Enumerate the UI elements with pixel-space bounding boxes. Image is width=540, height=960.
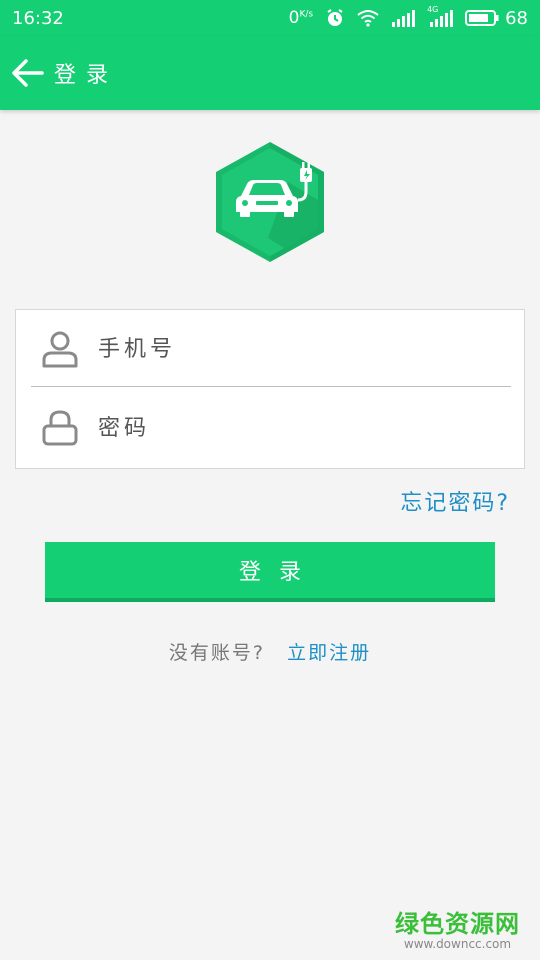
watermark-name: 绿色资源网 xyxy=(395,910,520,938)
no-account-text: 没有账号? xyxy=(168,642,266,664)
alarm-icon xyxy=(325,8,345,28)
login-button[interactable]: 登录 xyxy=(45,542,495,602)
user-icon xyxy=(40,329,80,369)
back-button[interactable] xyxy=(4,36,52,110)
phone-input[interactable] xyxy=(98,329,498,369)
page-title: 登录 xyxy=(54,63,119,88)
wifi-icon xyxy=(357,9,379,27)
app-toolbar: 登录 xyxy=(0,36,540,110)
forgot-password-link[interactable]: 忘记密码? xyxy=(400,485,510,517)
app-logo xyxy=(214,140,326,264)
password-input[interactable] xyxy=(98,408,498,448)
phone-field xyxy=(16,310,524,388)
signal-icon xyxy=(391,9,416,27)
password-field xyxy=(16,389,524,467)
login-form xyxy=(15,309,525,469)
status-time: 16:32 xyxy=(12,7,64,29)
watermark: 绿色资源网 www.downcc.com xyxy=(395,904,520,951)
signal-4g-icon: 4G xyxy=(427,5,454,27)
field-divider xyxy=(31,386,511,387)
back-arrow-icon xyxy=(12,59,44,87)
status-bar: 16:32 0K/s 4G 68 xyxy=(0,0,540,36)
network-speed: 0K/s xyxy=(288,8,314,28)
watermark-url: www.downcc.com xyxy=(403,937,512,951)
ev-charging-car-icon xyxy=(216,142,324,262)
battery-icon xyxy=(465,10,499,26)
network-type-label: 4G xyxy=(427,5,439,14)
register-row: 没有账号? 立即注册 xyxy=(0,638,540,665)
register-link[interactable]: 立即注册 xyxy=(287,642,371,664)
lock-icon xyxy=(40,408,80,448)
battery-indicator: 68 xyxy=(465,8,528,29)
status-icons: 0K/s 4G 68 xyxy=(288,5,528,29)
battery-level: 68 xyxy=(505,7,528,29)
